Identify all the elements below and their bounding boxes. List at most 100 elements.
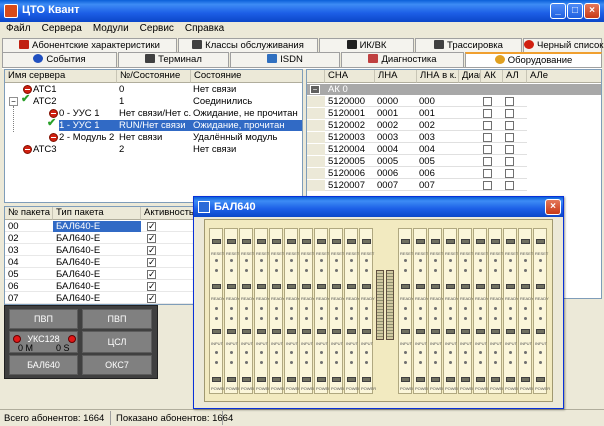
- server-row[interactable]: ✔ 1 - УУС 1 RUN/Нет связи Ожидание, прочита…: [5, 118, 302, 131]
- packet-active-checkbox[interactable]: ✓: [147, 294, 156, 303]
- group-collapse-toggle[interactable]: −: [310, 85, 320, 94]
- tab-cable[interactable]: ИК/ВК: [319, 38, 414, 53]
- uks-button[interactable]: УКС128 0 М 0 S: [9, 331, 78, 353]
- line-card[interactable]: RESET READY INPUT POWER: [299, 228, 316, 394]
- line-card[interactable]: RESET READY INPUT POWER: [239, 228, 256, 394]
- subscriber-checkbox[interactable]: [483, 109, 492, 118]
- subscriber-checkbox[interactable]: [483, 121, 492, 130]
- menu-item[interactable]: Файл: [0, 22, 36, 34]
- tab-forbidden[interactable]: Черный список: [523, 38, 603, 53]
- group-row[interactable]: − АК 0: [307, 84, 601, 95]
- subscriber-checkbox[interactable]: [505, 109, 514, 118]
- main-title-bar[interactable]: ЦТО Квант _ □ ×: [0, 0, 604, 22]
- line-card[interactable]: RESET READY INPUT POWER: [413, 228, 430, 394]
- line-card[interactable]: RESET READY INPUT POWER: [458, 228, 475, 394]
- line-card[interactable]: RESET READY INPUT POWER: [314, 228, 331, 394]
- pvp-button-1[interactable]: ПВП: [9, 309, 78, 329]
- packet-active-checkbox[interactable]: ✓: [147, 282, 156, 291]
- column-header[interactable]: АЛ: [503, 70, 527, 83]
- server-table[interactable]: Имя сервера №/Состояние Состояние АТС1 0 Нет …: [4, 69, 303, 203]
- line-card[interactable]: RESET READY INPUT POWER: [284, 228, 301, 394]
- line-card[interactable]: RESET READY INPUT POWER: [443, 228, 460, 394]
- line-card[interactable]: RESET READY INPUT POWER: [398, 228, 415, 394]
- column-header[interactable]: Активность: [141, 207, 193, 220]
- line-card[interactable]: RESET READY INPUT POWER: [359, 228, 376, 394]
- packet-row[interactable]: 05 БАЛ640-Е ✓: [5, 269, 193, 280]
- line-card[interactable]: RESET READY INPUT POWER: [209, 228, 226, 394]
- subscriber-checkbox[interactable]: [505, 121, 514, 130]
- row-selector[interactable]: [307, 96, 325, 107]
- line-card[interactable]: RESET READY INPUT POWER: [254, 228, 271, 394]
- subscriber-checkbox[interactable]: [505, 145, 514, 154]
- packet-active-checkbox[interactable]: ✓: [147, 270, 156, 279]
- row-selector[interactable]: [307, 108, 325, 119]
- tab-info[interactable]: События: [2, 52, 117, 67]
- column-header[interactable]: СНА: [325, 70, 375, 83]
- row-selector[interactable]: [307, 180, 325, 191]
- menu-item[interactable]: Справка: [179, 22, 229, 34]
- tab-isdn[interactable]: ISDN: [230, 52, 340, 67]
- column-header[interactable]: АЛе: [527, 70, 601, 83]
- line-card[interactable]: RESET READY INPUT POWER: [329, 228, 346, 394]
- packet-row[interactable]: 04 БАЛ640-Е ✓: [5, 257, 193, 268]
- line-card[interactable]: RESET READY INPUT POWER: [503, 228, 520, 394]
- line-card[interactable]: RESET READY INPUT POWER: [269, 228, 286, 394]
- row-selector[interactable]: [307, 132, 325, 143]
- bal640-window[interactable]: БАЛ640 × RESET READY INPUT POWER RESET READY I…: [193, 196, 564, 409]
- subscriber-checkbox[interactable]: [483, 145, 492, 154]
- tab-check[interactable]: Диагностика: [341, 52, 464, 67]
- csl-button[interactable]: ЦСЛ: [82, 331, 152, 353]
- column-header[interactable]: Имя сервера: [5, 70, 117, 83]
- column-header[interactable]: Диаг: [459, 70, 481, 83]
- packet-row[interactable]: 07 БАЛ640-Е ✓: [5, 293, 193, 304]
- subscriber-checkbox[interactable]: [505, 133, 514, 142]
- tab-phone[interactable]: Абонентские характеристики: [2, 38, 177, 53]
- subscriber-checkbox[interactable]: [505, 157, 514, 166]
- packet-active-checkbox[interactable]: ✓: [147, 222, 156, 231]
- tab-grid[interactable]: Классы обслуживания: [178, 38, 318, 53]
- tree-expander[interactable]: −: [9, 97, 18, 106]
- subscriber-checkbox[interactable]: [505, 181, 514, 190]
- tab-sun[interactable]: Оборудование: [465, 52, 602, 67]
- column-header[interactable]: №/Состояние: [117, 70, 191, 83]
- column-header[interactable]: ЛНА в к.: [417, 70, 459, 83]
- row-selector[interactable]: [307, 144, 325, 155]
- line-card[interactable]: RESET READY INPUT POWER: [488, 228, 505, 394]
- menu-item[interactable]: Сервис: [134, 22, 179, 34]
- packet-table[interactable]: № пакета Тип пакета Активность 00 БАЛ640-Е ✓ 0…: [4, 206, 194, 305]
- row-selector[interactable]: [307, 120, 325, 131]
- subscriber-checkbox[interactable]: [483, 133, 492, 142]
- server-row[interactable]: АТС1 0 Нет связи: [5, 84, 302, 95]
- subscriber-checkbox[interactable]: [483, 181, 492, 190]
- packet-row[interactable]: 02 БАЛ640-Е ✓: [5, 233, 193, 244]
- oks-button[interactable]: ОКС7: [82, 355, 152, 375]
- column-header[interactable]: № пакета: [5, 207, 53, 220]
- subscriber-checkbox[interactable]: [483, 157, 492, 166]
- row-selector[interactable]: [307, 168, 325, 179]
- column-header[interactable]: Тип пакета: [53, 207, 141, 220]
- packet-row[interactable]: 03 БАЛ640-Е ✓: [5, 245, 193, 256]
- packet-active-checkbox[interactable]: ✓: [147, 246, 156, 255]
- line-card[interactable]: RESET READY INPUT POWER: [224, 228, 241, 394]
- line-card[interactable]: RESET READY INPUT POWER: [533, 228, 550, 394]
- menu-item[interactable]: Сервера: [36, 22, 87, 34]
- server-row[interactable]: 2 - Модуль 2 Нет связи Удалённый модуль: [5, 132, 302, 143]
- bal640-title-bar[interactable]: БАЛ640 ×: [194, 197, 563, 217]
- minimize-button[interactable]: _: [550, 3, 566, 19]
- pvp-button-2[interactable]: ПВП: [82, 309, 152, 329]
- line-card[interactable]: RESET READY INPUT POWER: [473, 228, 490, 394]
- subscriber-checkbox[interactable]: [505, 169, 514, 178]
- tab-terminal[interactable]: Терминал: [118, 52, 229, 67]
- bal640-close-button[interactable]: ×: [545, 199, 561, 215]
- subscriber-checkbox[interactable]: [483, 169, 492, 178]
- column-header[interactable]: АК: [481, 70, 503, 83]
- menu-item[interactable]: Модули: [87, 22, 134, 34]
- server-row[interactable]: − ✔ АТС2 1 Соединились: [5, 94, 302, 107]
- packet-row[interactable]: 00 БАЛ640-Е ✓: [5, 221, 193, 232]
- packet-active-checkbox[interactable]: ✓: [147, 234, 156, 243]
- line-card[interactable]: RESET READY INPUT POWER: [344, 228, 361, 394]
- packet-row[interactable]: 06 БАЛ640-Е ✓: [5, 281, 193, 292]
- line-card[interactable]: RESET READY INPUT POWER: [518, 228, 535, 394]
- server-row[interactable]: АТС3 2 Нет связи: [5, 144, 302, 155]
- subscriber-checkbox[interactable]: [483, 97, 492, 106]
